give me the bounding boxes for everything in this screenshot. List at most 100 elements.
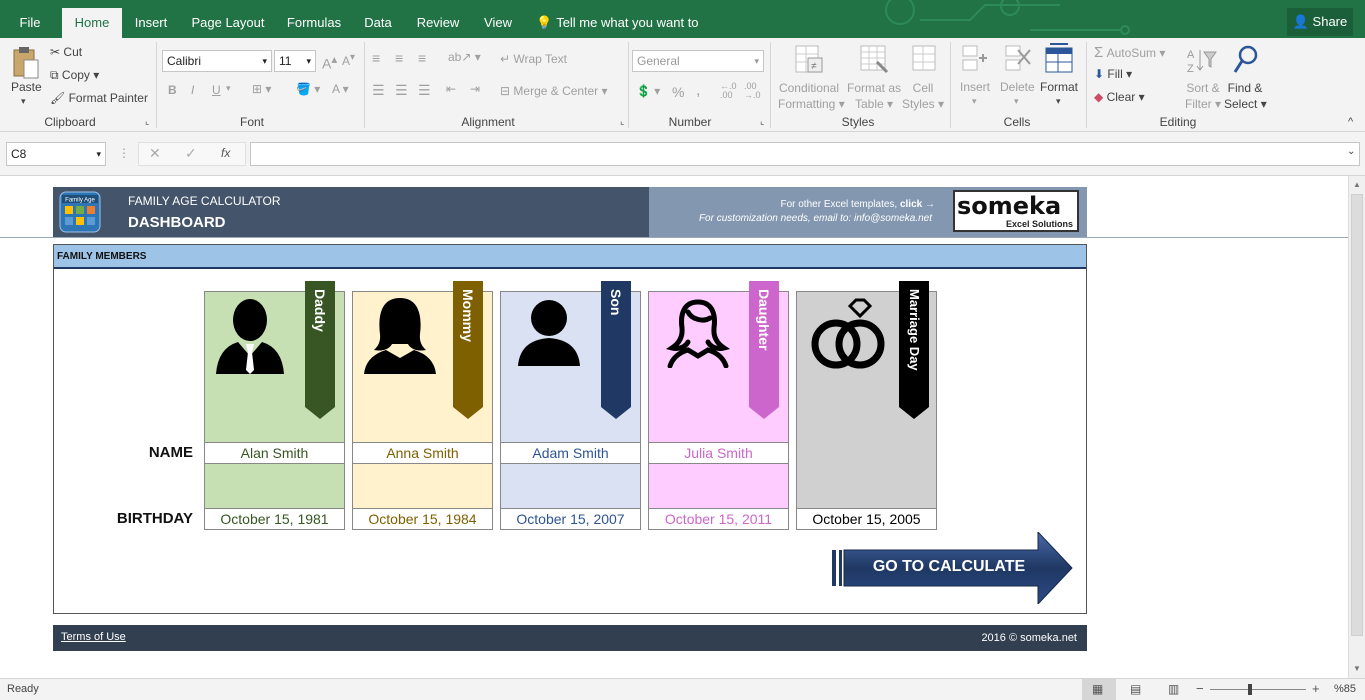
dialog-launcher-icon[interactable]: ⌞ <box>620 116 624 127</box>
member-name-daughter[interactable]: Julia Smith <box>648 442 789 464</box>
collapse-ribbon-icon[interactable]: ^ <box>1348 116 1353 128</box>
formula-input[interactable] <box>250 142 1360 166</box>
delete-dropdown-icon[interactable]: ▾ <box>1014 96 1019 107</box>
click-link[interactable]: click → <box>900 199 935 210</box>
member-birthday-marriage-day[interactable]: October 15, 2005 <box>796 508 937 530</box>
decrease-decimal-icon[interactable]: .00 →.0 <box>744 82 761 100</box>
tab-insert[interactable]: Insert <box>128 8 174 38</box>
page-break-view-icon[interactable]: ▥ <box>1168 682 1179 696</box>
underline-dropdown-icon[interactable]: ▾ <box>226 83 231 94</box>
merge-center-button[interactable]: ⊟ Merge & Center ▾ <box>500 84 607 98</box>
align-right-icon[interactable]: ☰ <box>418 82 431 99</box>
tab-home[interactable]: Home <box>62 8 122 38</box>
format-painter-button[interactable]: 🖌 Format Painter <box>50 91 148 105</box>
wrap-text-button[interactable]: ↵ Wrap Text <box>500 52 567 66</box>
someka-logo[interactable]: someka Excel Solutions <box>953 190 1079 232</box>
member-name-mommy[interactable]: Anna Smith <box>352 442 493 464</box>
sort-filter-button[interactable]: Sort & Filter ▾ <box>1184 80 1222 112</box>
clear-button[interactable]: ◆ Clear ▾ <box>1094 90 1145 104</box>
tell-me-search[interactable]: 💡Tell me what you want to do <box>536 8 716 38</box>
svg-text:≠: ≠ <box>811 61 817 72</box>
tab-formulas[interactable]: Formulas <box>282 8 346 38</box>
paste-button[interactable]: Paste <box>11 80 42 94</box>
find-select-button[interactable]: Find & Select ▾ <box>1224 80 1267 112</box>
tab-data[interactable]: Data <box>358 8 398 38</box>
bold-button[interactable]: B <box>168 83 177 97</box>
copy-button[interactable]: ⧉ Copy ▾ <box>50 68 99 83</box>
decrease-indent-icon[interactable]: ⇤ <box>446 82 456 96</box>
cell-styles-button[interactable]: Cell Styles ▾ <box>900 80 946 112</box>
go-to-calculate-button[interactable]: GO TO CALCULATE <box>832 532 1074 604</box>
autosum-button[interactable]: Σ AutoSum ▾ <box>1094 44 1165 61</box>
borders-icon[interactable]: ⊞ ▾ <box>252 82 271 96</box>
align-middle-icon[interactable]: ≡ <box>395 50 403 66</box>
delete-cells-button[interactable]: Delete <box>1000 80 1035 94</box>
tab-file[interactable]: File <box>8 8 52 38</box>
cut-button[interactable]: ✂ Cut <box>50 45 82 59</box>
align-left-icon[interactable]: ☰ <box>372 82 385 99</box>
currency-icon[interactable]: 💲 ▾ <box>636 84 660 98</box>
increase-decimal-icon[interactable]: ←.0.00 <box>720 82 737 100</box>
comma-button[interactable]: , <box>696 82 700 100</box>
terms-of-use-link[interactable]: Terms of Use <box>61 631 126 643</box>
fill-button[interactable]: ⬇ Fill ▾ <box>1094 67 1132 81</box>
member-birthday-daddy[interactable]: October 15, 1981 <box>204 508 345 530</box>
expand-formula-icon[interactable]: ⌄ <box>1347 146 1355 157</box>
member-name-daddy[interactable]: Alan Smith <box>204 442 345 464</box>
dialog-launcher-icon[interactable]: ⌞ <box>145 116 149 127</box>
group-label-editing: Editing <box>1159 115 1197 129</box>
zoom-slider-thumb[interactable] <box>1248 684 1252 695</box>
member-name-son[interactable]: Adam Smith <box>500 442 641 464</box>
member-birthday-son[interactable]: October 15, 2007 <box>500 508 641 530</box>
scroll-down-icon[interactable]: ▼ <box>1353 664 1361 673</box>
enter-check-icon[interactable]: ✓ <box>185 143 197 163</box>
svg-text:Z: Z <box>1187 63 1194 75</box>
format-dropdown-icon[interactable]: ▾ <box>1056 96 1061 107</box>
scroll-up-icon[interactable]: ▲ <box>1353 180 1361 189</box>
dialog-launcher-icon[interactable]: ⌞ <box>760 116 764 127</box>
zoom-out-icon[interactable]: − <box>1196 681 1204 696</box>
scrollbar-thumb[interactable] <box>1351 194 1363 636</box>
align-center-icon[interactable]: ☰ <box>395 82 408 99</box>
promo-templates: For other Excel templates, click → <box>780 199 935 210</box>
name-box[interactable]: C8 ▾ <box>6 142 106 166</box>
increase-indent-icon[interactable]: ⇥ <box>470 82 480 96</box>
insert-cells-button[interactable]: Insert <box>960 80 990 94</box>
member-birthday-daughter[interactable]: October 15, 2011 <box>648 508 789 530</box>
align-bottom-icon[interactable]: ≡ <box>418 50 426 66</box>
svg-text:A: A <box>1187 49 1195 61</box>
cancel-icon[interactable]: ✕ <box>149 143 161 163</box>
fill-color-icon[interactable]: 🪣 ▾ <box>296 82 320 96</box>
font-color-icon[interactable]: A ▾ <box>332 82 349 96</box>
format-as-table-button[interactable]: Format as Table ▾ <box>845 80 903 112</box>
page-layout-view-icon[interactable]: ▤ <box>1130 682 1141 696</box>
insert-dropdown-icon[interactable]: ▾ <box>972 96 977 107</box>
tab-page-layout[interactable]: Page Layout <box>186 8 270 38</box>
percent-button[interactable]: % <box>672 84 684 100</box>
tab-review[interactable]: Review <box>410 8 466 38</box>
member-birthday-mommy[interactable]: October 15, 1984 <box>352 508 493 530</box>
tab-view[interactable]: View <box>478 8 518 38</box>
increase-font-icon[interactable]: A▴ <box>322 52 337 72</box>
vertical-scrollbar[interactable]: ▲ ▼ <box>1348 176 1365 678</box>
conditional-formatting-button[interactable]: Conditional Formatting ▾ <box>778 80 845 112</box>
zoom-slider[interactable] <box>1210 689 1306 690</box>
font-family-select[interactable]: Calibri ▾ <box>162 50 272 72</box>
underline-button[interactable]: U <box>212 83 221 97</box>
formula-buttons: ✕ ✓ fx <box>138 142 246 166</box>
share-button[interactable]: 👤 Share <box>1287 8 1353 36</box>
italic-button[interactable]: I <box>191 83 194 97</box>
number-format-select[interactable]: General ▾ <box>632 50 764 72</box>
decrease-font-icon[interactable]: A▾ <box>342 52 355 68</box>
insert-function-button[interactable]: fx <box>221 143 230 163</box>
birthday-label: BIRTHDAY <box>116 510 193 527</box>
group-label-number: Number <box>668 115 712 129</box>
zoom-level[interactable]: %85 <box>1334 683 1356 695</box>
paste-dropdown-icon[interactable]: ▾ <box>21 96 26 107</box>
font-size-select[interactable]: 11 ▾ <box>274 50 316 72</box>
orientation-icon[interactable]: ab↗ ▾ <box>448 50 481 64</box>
align-top-icon[interactable]: ≡ <box>372 50 380 66</box>
zoom-in-icon[interactable]: + <box>1312 681 1320 696</box>
decorative-circuit-icon <box>885 0 1130 35</box>
format-cells-button[interactable]: Format <box>1040 80 1078 94</box>
